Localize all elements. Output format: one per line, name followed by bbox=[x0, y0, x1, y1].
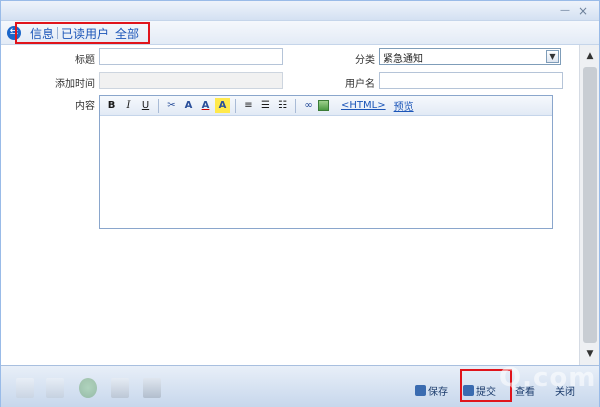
save-icon bbox=[415, 384, 426, 396]
content-label: 内容 bbox=[75, 101, 95, 112]
scroll-up-icon[interactable]: ▲ bbox=[583, 49, 597, 63]
italic-button[interactable]: I bbox=[121, 98, 136, 113]
underline-button[interactable]: U bbox=[138, 98, 153, 113]
category-value: 紧急通知 bbox=[383, 54, 423, 65]
toolbar-separator bbox=[295, 98, 296, 113]
breadcrumb: 信息 已读用户 全部 bbox=[15, 22, 151, 44]
vertical-scrollbar[interactable]: ▲ ▼ bbox=[579, 45, 599, 365]
toolbar-separator bbox=[235, 98, 236, 113]
breadcrumb-item-read-users[interactable]: 已读用户 bbox=[58, 25, 112, 42]
window: — × ⇆ 信息 已读用户 全部 标题 分类 紧急通知 ▼ 添加时间 用户名 内… bbox=[0, 0, 600, 407]
font-color-icon[interactable]: A bbox=[198, 98, 213, 113]
added-time-label: 添加时间 bbox=[55, 79, 95, 90]
top-toolbar: ⇆ 信息 已读用户 全部 bbox=[1, 21, 599, 45]
minimize-icon[interactable]: — bbox=[559, 5, 571, 17]
chevron-down-icon[interactable]: ▼ bbox=[546, 50, 559, 63]
form-panel: 标题 分类 紧急通知 ▼ 添加时间 用户名 内容 B I U ✂ A A A ≡ bbox=[1, 45, 579, 365]
image-icon[interactable] bbox=[318, 100, 329, 111]
bold-button[interactable]: B bbox=[104, 98, 119, 113]
print-icon[interactable] bbox=[111, 378, 129, 398]
export-icon[interactable] bbox=[143, 378, 161, 398]
link-icon[interactable]: ∞ bbox=[301, 98, 316, 113]
watermark: Q.com bbox=[499, 363, 597, 393]
rich-text-editor: B I U ✂ A A A ≡ ☰ ☷ ∞ <HTML> 预览 bbox=[99, 95, 553, 229]
editor-toolbar: B I U ✂ A A A ≡ ☰ ☷ ∞ <HTML> 预览 bbox=[100, 96, 552, 116]
breadcrumb-item-info[interactable]: 信息 bbox=[27, 25, 57, 42]
new-document-icon[interactable] bbox=[16, 378, 34, 398]
category-select[interactable]: 紧急通知 ▼ bbox=[379, 48, 561, 65]
html-mode-link[interactable]: <HTML> bbox=[341, 100, 386, 111]
username-input[interactable] bbox=[379, 72, 563, 89]
copy-document-icon[interactable] bbox=[46, 378, 64, 398]
title-label: 标题 bbox=[75, 55, 95, 66]
close-icon[interactable]: × bbox=[577, 5, 589, 17]
added-time-input bbox=[99, 72, 283, 89]
bullet-list-icon[interactable]: ☰ bbox=[258, 98, 273, 113]
username-label: 用户名 bbox=[345, 79, 375, 90]
title-input[interactable] bbox=[99, 48, 283, 65]
font-size-icon[interactable]: A bbox=[181, 98, 196, 113]
scroll-down-icon[interactable]: ▼ bbox=[583, 347, 597, 361]
highlight-color-icon[interactable]: A bbox=[215, 98, 230, 113]
save-button[interactable]: 保存 bbox=[415, 382, 448, 398]
remove-format-icon[interactable]: ✂ bbox=[164, 98, 179, 113]
scroll-thumb[interactable] bbox=[583, 67, 597, 343]
category-label: 分类 bbox=[355, 55, 375, 66]
numbered-list-icon[interactable]: ☷ bbox=[275, 98, 290, 113]
title-bar: — × bbox=[1, 1, 599, 21]
toolbar-separator bbox=[158, 98, 159, 113]
breadcrumb-item-all[interactable]: 全部 bbox=[112, 25, 142, 42]
align-icon[interactable]: ≡ bbox=[241, 98, 256, 113]
save-label: 保存 bbox=[428, 386, 448, 398]
preview-link[interactable]: 预览 bbox=[394, 98, 414, 113]
refresh-icon[interactable] bbox=[79, 378, 97, 398]
